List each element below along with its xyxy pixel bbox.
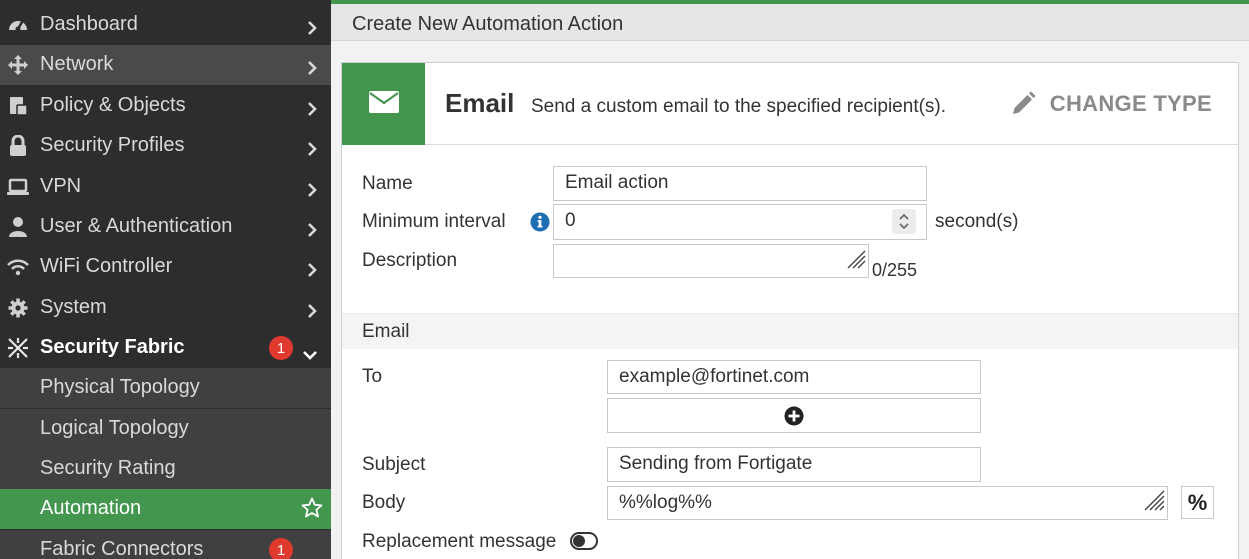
- change-type-button[interactable]: CHANGE TYPE: [1010, 89, 1212, 119]
- change-type-label: CHANGE TYPE: [1049, 91, 1212, 116]
- sidebar-item-label: Network: [40, 53, 114, 75]
- sidebar-item-dashboard[interactable]: Dashboard: [0, 5, 331, 45]
- sidebar-item-security-rating[interactable]: Security Rating: [0, 449, 331, 489]
- sidebar-item-label: WiFi Controller: [40, 255, 173, 277]
- action-type-bar: Email Send a custom email to the specifi…: [342, 63, 1238, 145]
- plus-circle-icon: [784, 406, 804, 425]
- resize-grip-icon[interactable]: [846, 249, 866, 275]
- email-section-label: Email: [362, 321, 410, 342]
- add-recipient-button[interactable]: [607, 398, 981, 433]
- replacement-message-label: Replacement message: [362, 531, 557, 552]
- chevron-right-icon: [307, 58, 317, 81]
- sidebar-item-label: Security Rating: [40, 457, 176, 479]
- body-label: Body: [362, 492, 406, 513]
- network-icon: [6, 54, 30, 76]
- gear-icon: [6, 297, 30, 319]
- min-interval-input[interactable]: 0: [553, 204, 927, 240]
- sidebar-item-label: Policy & Objects: [40, 94, 186, 116]
- sidebar-item-security-fabric[interactable]: Security Fabric 1: [0, 328, 331, 368]
- resize-grip-icon[interactable]: [1143, 489, 1165, 517]
- chevron-right-icon: [307, 139, 317, 162]
- sidebar-item-automation[interactable]: Automation: [0, 489, 331, 529]
- action-type-description: Send a custom email to the specified rec…: [531, 96, 947, 117]
- security-fabric-icon: [6, 337, 30, 359]
- chevron-right-icon: [307, 99, 317, 122]
- sidebar-item-wifi-controller[interactable]: WiFi Controller: [0, 247, 331, 287]
- min-interval-unit: second(s): [935, 211, 1019, 232]
- subject-input[interactable]: Sending from Fortigate: [607, 447, 981, 482]
- automation-action-form: Email Send a custom email to the specifi…: [341, 62, 1239, 559]
- action-type-name: Email: [445, 88, 515, 118]
- sidebar-item-user-authentication[interactable]: User & Authentication: [0, 207, 331, 247]
- body-textarea[interactable]: %%log%%: [607, 486, 1168, 520]
- action-type-icon-box: [342, 63, 425, 145]
- main-content: Create New Automation Action Email Send …: [331, 0, 1249, 559]
- chevron-down-icon[interactable]: [899, 223, 909, 230]
- sidebar-item-label: System: [40, 296, 107, 318]
- chevron-down-icon: [303, 343, 317, 366]
- wifi-icon: [6, 256, 30, 278]
- sidebar-item-system[interactable]: System: [0, 288, 331, 328]
- sidebar-item-physical-topology[interactable]: Physical Topology: [0, 368, 331, 408]
- description-label: Description: [362, 250, 458, 271]
- policy-icon: [6, 95, 30, 117]
- sidebar: Dashboard Network Policy & Objects Secur…: [0, 0, 331, 559]
- sidebar-item-label: Security Fabric: [40, 336, 185, 358]
- sidebar-item-label: Logical Topology: [40, 417, 189, 439]
- number-stepper[interactable]: [892, 209, 916, 234]
- lock-icon: [6, 135, 30, 157]
- sidebar-item-label: VPN: [40, 175, 82, 197]
- chevron-right-icon: [307, 18, 317, 41]
- chevron-up-icon[interactable]: [899, 213, 909, 220]
- sidebar-item-policy-objects[interactable]: Policy & Objects: [0, 86, 331, 126]
- body-value: %%log%%: [619, 492, 712, 513]
- sidebar-item-label: Automation: [40, 497, 142, 519]
- notification-badge: 1: [269, 538, 293, 559]
- page-header: Create New Automation Action: [331, 4, 1249, 41]
- sidebar-item-fabric-connectors[interactable]: Fabric Connectors 1: [0, 530, 331, 559]
- chevron-right-icon: [307, 260, 317, 283]
- sidebar-item-label: User & Authentication: [40, 215, 233, 237]
- sidebar-item-label: Physical Topology: [40, 376, 200, 398]
- name-input[interactable]: Email action: [553, 166, 927, 201]
- min-interval-label: Minimum interval: [362, 211, 506, 232]
- sidebar-item-vpn[interactable]: VPN: [0, 167, 331, 207]
- to-label: To: [362, 366, 383, 387]
- star-icon[interactable]: [301, 497, 323, 525]
- info-icon[interactable]: [530, 212, 550, 237]
- toggle-knob: [573, 535, 585, 547]
- user-icon: [6, 216, 30, 238]
- chevron-right-icon: [307, 220, 317, 243]
- sidebar-item-security-profiles[interactable]: Security Profiles: [0, 126, 331, 166]
- pencil-icon: [1012, 91, 1036, 114]
- sidebar-item-label: Dashboard: [40, 13, 138, 35]
- chevron-right-icon: [307, 180, 317, 203]
- sidebar-item-label: Fabric Connectors: [40, 538, 204, 559]
- sidebar-item-logical-topology[interactable]: Logical Topology: [0, 409, 331, 449]
- to-input[interactable]: example@fortinet.com: [607, 360, 981, 394]
- sidebar-item-network[interactable]: Network: [0, 45, 331, 85]
- dashboard-icon: [6, 14, 30, 36]
- envelope-icon: [368, 90, 399, 118]
- replacement-message-toggle[interactable]: [570, 532, 598, 550]
- email-section-header: Email: [342, 313, 1238, 349]
- subject-label: Subject: [362, 454, 426, 475]
- notification-badge: 1: [269, 336, 293, 360]
- insert-variable-button[interactable]: %: [1181, 486, 1214, 519]
- description-counter: 0/255: [872, 260, 918, 280]
- laptop-icon: [6, 176, 30, 198]
- name-label: Name: [362, 173, 413, 194]
- page-title: Create New Automation Action: [352, 13, 624, 35]
- description-textarea[interactable]: [553, 244, 869, 278]
- sidebar-item-label: Security Profiles: [40, 134, 185, 156]
- chevron-right-icon: [307, 301, 317, 324]
- min-interval-value: 0: [565, 210, 576, 231]
